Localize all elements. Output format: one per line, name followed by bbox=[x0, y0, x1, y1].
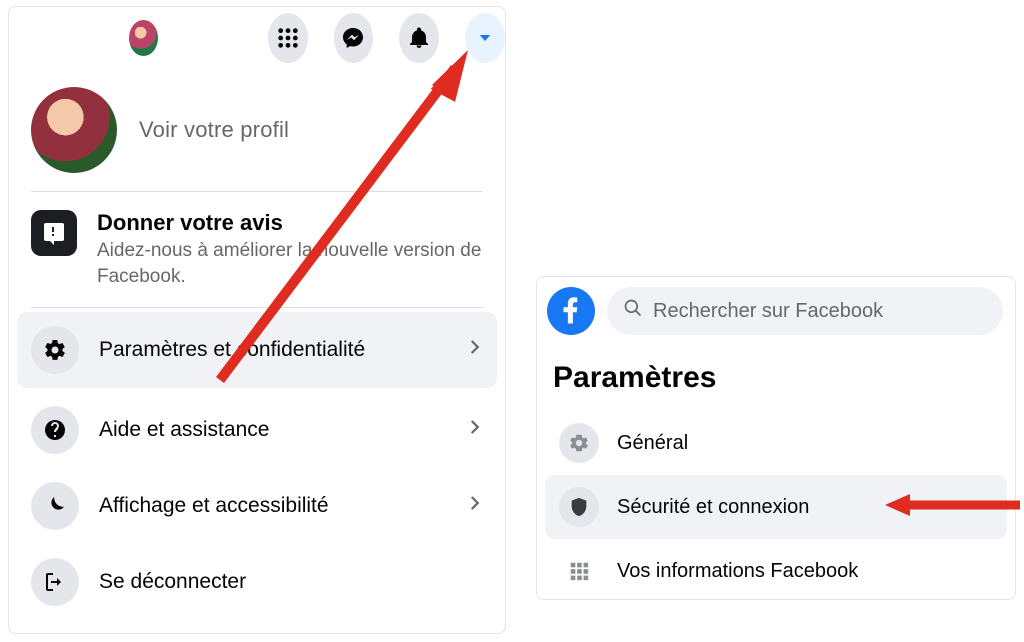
view-profile-link[interactable]: Voir votre profil bbox=[139, 117, 289, 143]
feedback-section[interactable]: Donner votre avis Aidez-nous à améliorer… bbox=[9, 192, 505, 307]
settings-page-panel: Rechercher sur Facebook Paramètres Génér… bbox=[536, 276, 1016, 600]
menu-item-display[interactable]: Affichage et accessibilité bbox=[9, 468, 505, 544]
search-placeholder: Rechercher sur Facebook bbox=[653, 300, 883, 323]
avatar-small[interactable] bbox=[129, 20, 158, 56]
facebook-logo-icon[interactable] bbox=[547, 287, 595, 335]
feedback-icon bbox=[31, 210, 77, 256]
settings-item-label: Général bbox=[617, 432, 688, 455]
settings-item-security[interactable]: Sécurité et connexion bbox=[545, 475, 1007, 539]
feedback-title: Donner votre avis bbox=[97, 210, 483, 236]
moon-icon bbox=[31, 482, 79, 530]
settings-item-your-info[interactable]: Vos informations Facebook bbox=[545, 539, 1007, 603]
divider bbox=[31, 307, 483, 308]
help-icon bbox=[31, 406, 79, 454]
settings-item-label: Sécurité et connexion bbox=[617, 496, 809, 519]
gear-icon bbox=[559, 423, 599, 463]
account-dropdown-panel: Voir votre profil Donner votre avis Aide… bbox=[8, 6, 506, 634]
profile-section[interactable]: Voir votre profil bbox=[9, 69, 505, 191]
menu-item-label: Paramètres et confidentialité bbox=[99, 338, 365, 362]
page-title: Paramètres bbox=[553, 361, 716, 395]
messenger-icon[interactable] bbox=[334, 13, 374, 63]
feedback-subtitle: Aidez-nous à améliorer la nouvelle versi… bbox=[97, 238, 483, 289]
search-icon bbox=[623, 298, 643, 324]
chevron-right-icon bbox=[465, 489, 483, 523]
caret-down-icon[interactable] bbox=[465, 13, 505, 63]
bell-icon[interactable] bbox=[399, 13, 439, 63]
menu-item-label: Affichage et accessibilité bbox=[99, 494, 329, 518]
gear-icon bbox=[31, 326, 79, 374]
shield-icon bbox=[559, 487, 599, 527]
chevron-right-icon bbox=[465, 333, 483, 367]
avatar bbox=[31, 87, 117, 173]
logout-icon bbox=[31, 558, 79, 606]
grid-dots-icon bbox=[559, 551, 599, 591]
chevron-right-icon bbox=[465, 413, 483, 447]
topbar bbox=[9, 7, 505, 69]
menu-item-logout[interactable]: Se déconnecter bbox=[9, 544, 505, 620]
search-input[interactable]: Rechercher sur Facebook bbox=[607, 287, 1003, 335]
settings-list: Général Sécurité et connexion Vos inform… bbox=[545, 411, 1007, 603]
menu-grid-icon[interactable] bbox=[268, 13, 308, 63]
menu-item-help[interactable]: Aide et assistance bbox=[9, 392, 505, 468]
menu-item-settings-privacy[interactable]: Paramètres et confidentialité bbox=[17, 312, 497, 388]
menu-item-label: Aide et assistance bbox=[99, 418, 269, 442]
settings-item-general[interactable]: Général bbox=[545, 411, 1007, 475]
settings-item-label: Vos informations Facebook bbox=[617, 560, 858, 583]
menu-item-label: Se déconnecter bbox=[99, 570, 246, 594]
